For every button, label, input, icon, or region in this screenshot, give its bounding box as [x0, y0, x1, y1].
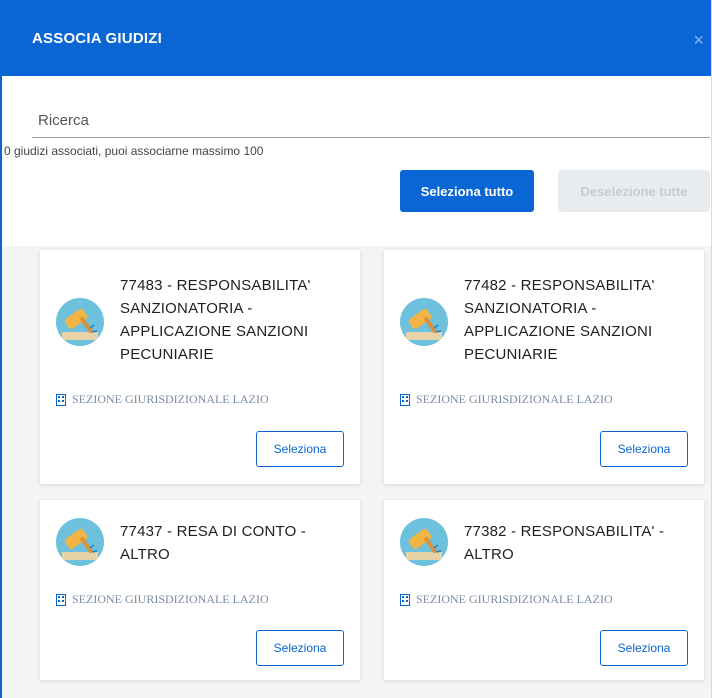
card-section: SEZIONE GIURISDIZIONALE LAZIO: [400, 392, 613, 407]
select-all-button[interactable]: Seleziona tutto: [400, 170, 534, 212]
select-card-button[interactable]: Seleziona: [600, 431, 688, 467]
building-icon: [56, 393, 66, 406]
section-label: SEZIONE GIURISDIZIONALE LAZIO: [416, 592, 613, 606]
dialog-title: ASSOCIA GIUDIZI: [32, 30, 162, 47]
section-label: SEZIONE GIURISDIZIONALE LAZIO: [72, 592, 269, 606]
dialog-header: ASSOCIA GIUDIZI ×: [2, 0, 711, 76]
gavel-icon: [56, 518, 104, 566]
deselect-all-button[interactable]: Deselezione tutte: [558, 170, 710, 212]
associa-giudizi-dialog: ASSOCIA GIUDIZI × 0 giudizi associati, p…: [0, 0, 712, 698]
select-card-button[interactable]: Seleziona: [256, 431, 344, 467]
close-icon[interactable]: ×: [693, 30, 704, 51]
gavel-icon: [400, 518, 448, 566]
card-section: SEZIONE GIURISDIZIONALE LAZIO: [400, 592, 613, 607]
gavel-icon: [56, 298, 104, 346]
section-label: SEZIONE GIURISDIZIONALE LAZIO: [72, 392, 269, 406]
building-icon: [400, 593, 410, 606]
dialog-body: 0 giudizi associati, puoi associarne mas…: [2, 76, 711, 698]
search-input[interactable]: [32, 104, 710, 138]
card-title: 77482 - RESPONSABILITA' SANZIONATORIA - …: [464, 277, 655, 363]
select-card-button[interactable]: Seleziona: [256, 630, 344, 666]
building-icon: [400, 393, 410, 406]
card-section: SEZIONE GIURISDIZIONALE LAZIO: [56, 592, 269, 607]
select-card-button[interactable]: Seleziona: [600, 630, 688, 666]
judgment-card: 77437 - RESA DI CONTO - ALTRO SEZIONE GI…: [40, 500, 360, 680]
card-title: 77437 - RESA DI CONTO - ALTRO: [120, 523, 307, 563]
building-icon: [56, 593, 66, 606]
card-title: 77483 - RESPONSABILITA' SANZIONATORIA - …: [120, 277, 311, 363]
gavel-icon: [400, 298, 448, 346]
card-title: 77382 - RESPONSABILITA' - ALTRO: [464, 523, 665, 563]
judgment-card: 77382 - RESPONSABILITA' - ALTRO SEZIONE …: [384, 500, 704, 680]
association-info: 0 giudizi associati, puoi associarne mas…: [4, 144, 264, 158]
judgment-card: 77482 - RESPONSABILITA' SANZIONATORIA - …: [384, 250, 704, 484]
search-zone: 0 giudizi associati, puoi associarne mas…: [2, 76, 711, 246]
judgment-card: 77483 - RESPONSABILITA' SANZIONATORIA - …: [40, 250, 360, 484]
section-label: SEZIONE GIURISDIZIONALE LAZIO: [416, 392, 613, 406]
card-section: SEZIONE GIURISDIZIONALE LAZIO: [56, 392, 269, 407]
